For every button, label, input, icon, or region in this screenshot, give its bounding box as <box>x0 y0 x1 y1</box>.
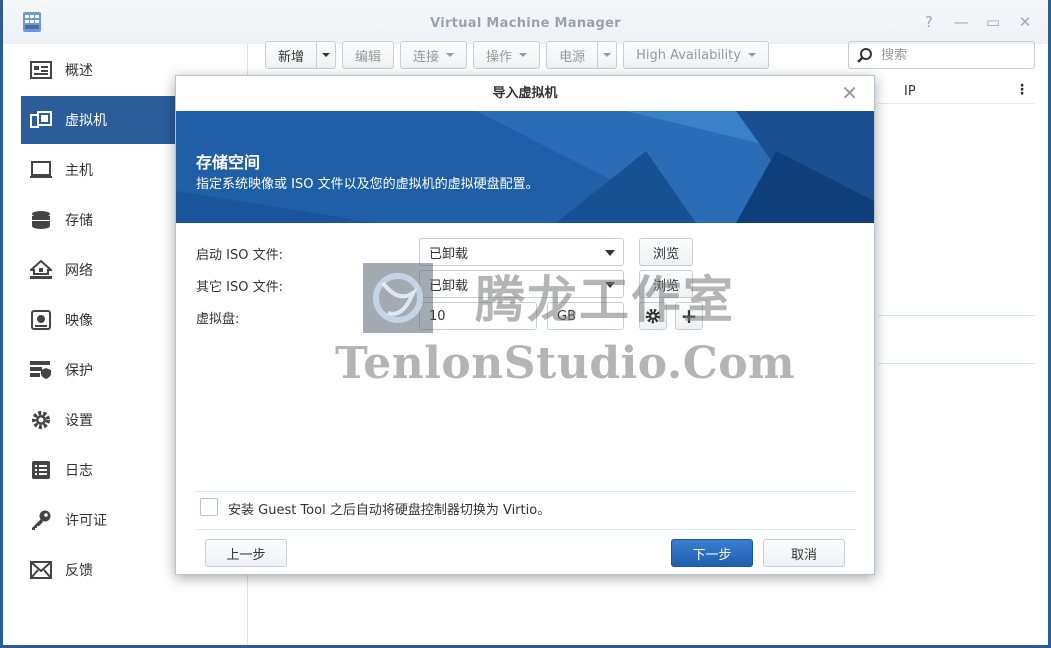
protection-icon <box>29 359 53 381</box>
search-icon <box>857 48 872 63</box>
previous-button[interactable]: 上一步 <box>205 539 287 567</box>
edit-button[interactable]: 编辑 <box>342 41 395 69</box>
other-iso-label: 其它 ISO 文件: <box>196 280 283 295</box>
column-header-ip[interactable]: IP <box>904 84 916 99</box>
sidebar-item-storage[interactable]: 存储 <box>21 196 181 244</box>
sidebar-item-host[interactable]: 主机 <box>21 146 181 194</box>
dropdown-arrow-icon <box>605 250 615 256</box>
sidebar-item-label: 存储 <box>65 213 93 229</box>
chevron-down-icon <box>519 53 528 57</box>
dialog-banner: 存储空间 指定系统映像或 ISO 文件以及您的虚拟机的虚拟硬盘配置。 <box>176 111 874 223</box>
image-icon <box>29 309 53 331</box>
mail-icon <box>29 559 53 581</box>
sidebar-item-label: 许可证 <box>65 513 107 529</box>
column-menu-icon[interactable]: ⋮ <box>1015 82 1029 98</box>
chevron-down-icon <box>446 53 455 57</box>
sidebar-item-label: 设置 <box>65 413 93 429</box>
dialog-title: 导入虚拟机 <box>176 76 874 111</box>
sidebar-item-overview[interactable]: 概述 <box>21 46 181 94</box>
connect-label: 连接 <box>413 49 440 65</box>
log-icon <box>29 459 53 481</box>
watermark-english: TenlonStudio.Com <box>335 338 796 389</box>
sidebar-item-protection[interactable]: 保护 <box>21 346 181 394</box>
divider <box>878 315 1035 316</box>
sidebar-item-label: 网络 <box>65 263 93 279</box>
help-icon[interactable]: ? <box>920 13 938 31</box>
minimize-icon[interactable]: — <box>952 13 970 31</box>
banner-title: 存储空间 <box>196 153 261 172</box>
sidebar-item-log[interactable]: 日志 <box>21 446 181 494</box>
boot-iso-value: 已卸载 <box>429 246 469 262</box>
cancel-button[interactable]: 取消 <box>763 539 845 567</box>
search-input[interactable] <box>881 47 1031 63</box>
watermark-logo <box>363 263 433 333</box>
sidebar-item-label: 映像 <box>65 313 93 329</box>
power-dropdown-button[interactable] <box>598 41 618 69</box>
host-icon <box>29 159 53 181</box>
divider <box>196 529 856 530</box>
guest-tool-checkbox[interactable] <box>200 498 218 516</box>
action-label: 操作 <box>486 49 513 65</box>
watermark-chinese: 腾龙工作室 <box>475 270 735 329</box>
next-button[interactable]: 下一步 <box>671 539 753 567</box>
window-title: Virtual Machine Manager <box>430 16 621 31</box>
other-iso-value: 已卸载 <box>429 278 469 294</box>
sidebar-item-license[interactable]: 许可证 <box>21 496 181 544</box>
vm-grid-header: IP ⋮ <box>878 78 1035 104</box>
search-box[interactable] <box>848 41 1035 69</box>
ha-label: High Availability <box>636 47 741 63</box>
close-icon[interactable]: ✕ <box>841 83 858 103</box>
network-icon <box>29 259 53 281</box>
sidebar-item-settings[interactable]: 设置 <box>21 396 181 444</box>
boot-iso-label: 启动 ISO 文件: <box>196 248 283 263</box>
sidebar-item-vm[interactable]: 虚拟机 <box>21 96 195 144</box>
divider <box>878 363 1035 364</box>
sidebar-item-network[interactable]: 网络 <box>21 246 181 294</box>
banner-background <box>176 111 874 223</box>
chevron-down-icon <box>603 53 612 57</box>
chevron-down-icon <box>747 53 756 57</box>
sidebar-item-label: 保护 <box>65 363 93 379</box>
sidebar-item-label: 日志 <box>65 463 93 479</box>
maximize-icon[interactable]: ▭ <box>984 13 1002 31</box>
close-icon[interactable]: ✕ <box>1016 13 1034 31</box>
guest-tool-label: 安装 Guest Tool 之后自动将硬盘控制器切换为 Virtio。 <box>228 503 551 518</box>
storage-icon <box>29 209 53 231</box>
title-bar: Virtual Machine Manager ? — ▭ ✕ <box>3 0 1048 44</box>
sidebar-item-label: 反馈 <box>65 563 93 579</box>
gear-icon <box>29 409 53 431</box>
chevron-down-icon <box>322 53 331 57</box>
connect-button[interactable]: 连接 <box>400 41 468 69</box>
action-button[interactable]: 操作 <box>473 41 541 69</box>
new-dropdown-button[interactable] <box>317 41 337 69</box>
key-icon <box>29 509 53 531</box>
sidebar-item-image[interactable]: 映像 <box>21 296 181 344</box>
sidebar-item-label: 虚拟机 <box>65 113 107 129</box>
divider <box>196 491 856 492</box>
banner-subtitle: 指定系统映像或 ISO 文件以及您的虚拟机的虚拟硬盘配置。 <box>196 177 539 192</box>
sidebar-item-label: 主机 <box>65 163 93 179</box>
vm-icon <box>29 109 53 131</box>
new-button[interactable]: 新增 <box>265 41 318 69</box>
sidebar-item-label: 概述 <box>65 63 93 79</box>
power-button[interactable]: 电源 <box>546 41 599 69</box>
toolbar: 新增 编辑 连接 操作 电源 High Availability <box>265 41 769 69</box>
ha-button[interactable]: High Availability <box>623 41 769 69</box>
sidebar-item-feedback[interactable]: 反馈 <box>21 546 181 594</box>
vdisk-label: 虚拟盘: <box>196 312 240 327</box>
overview-icon <box>29 59 53 81</box>
